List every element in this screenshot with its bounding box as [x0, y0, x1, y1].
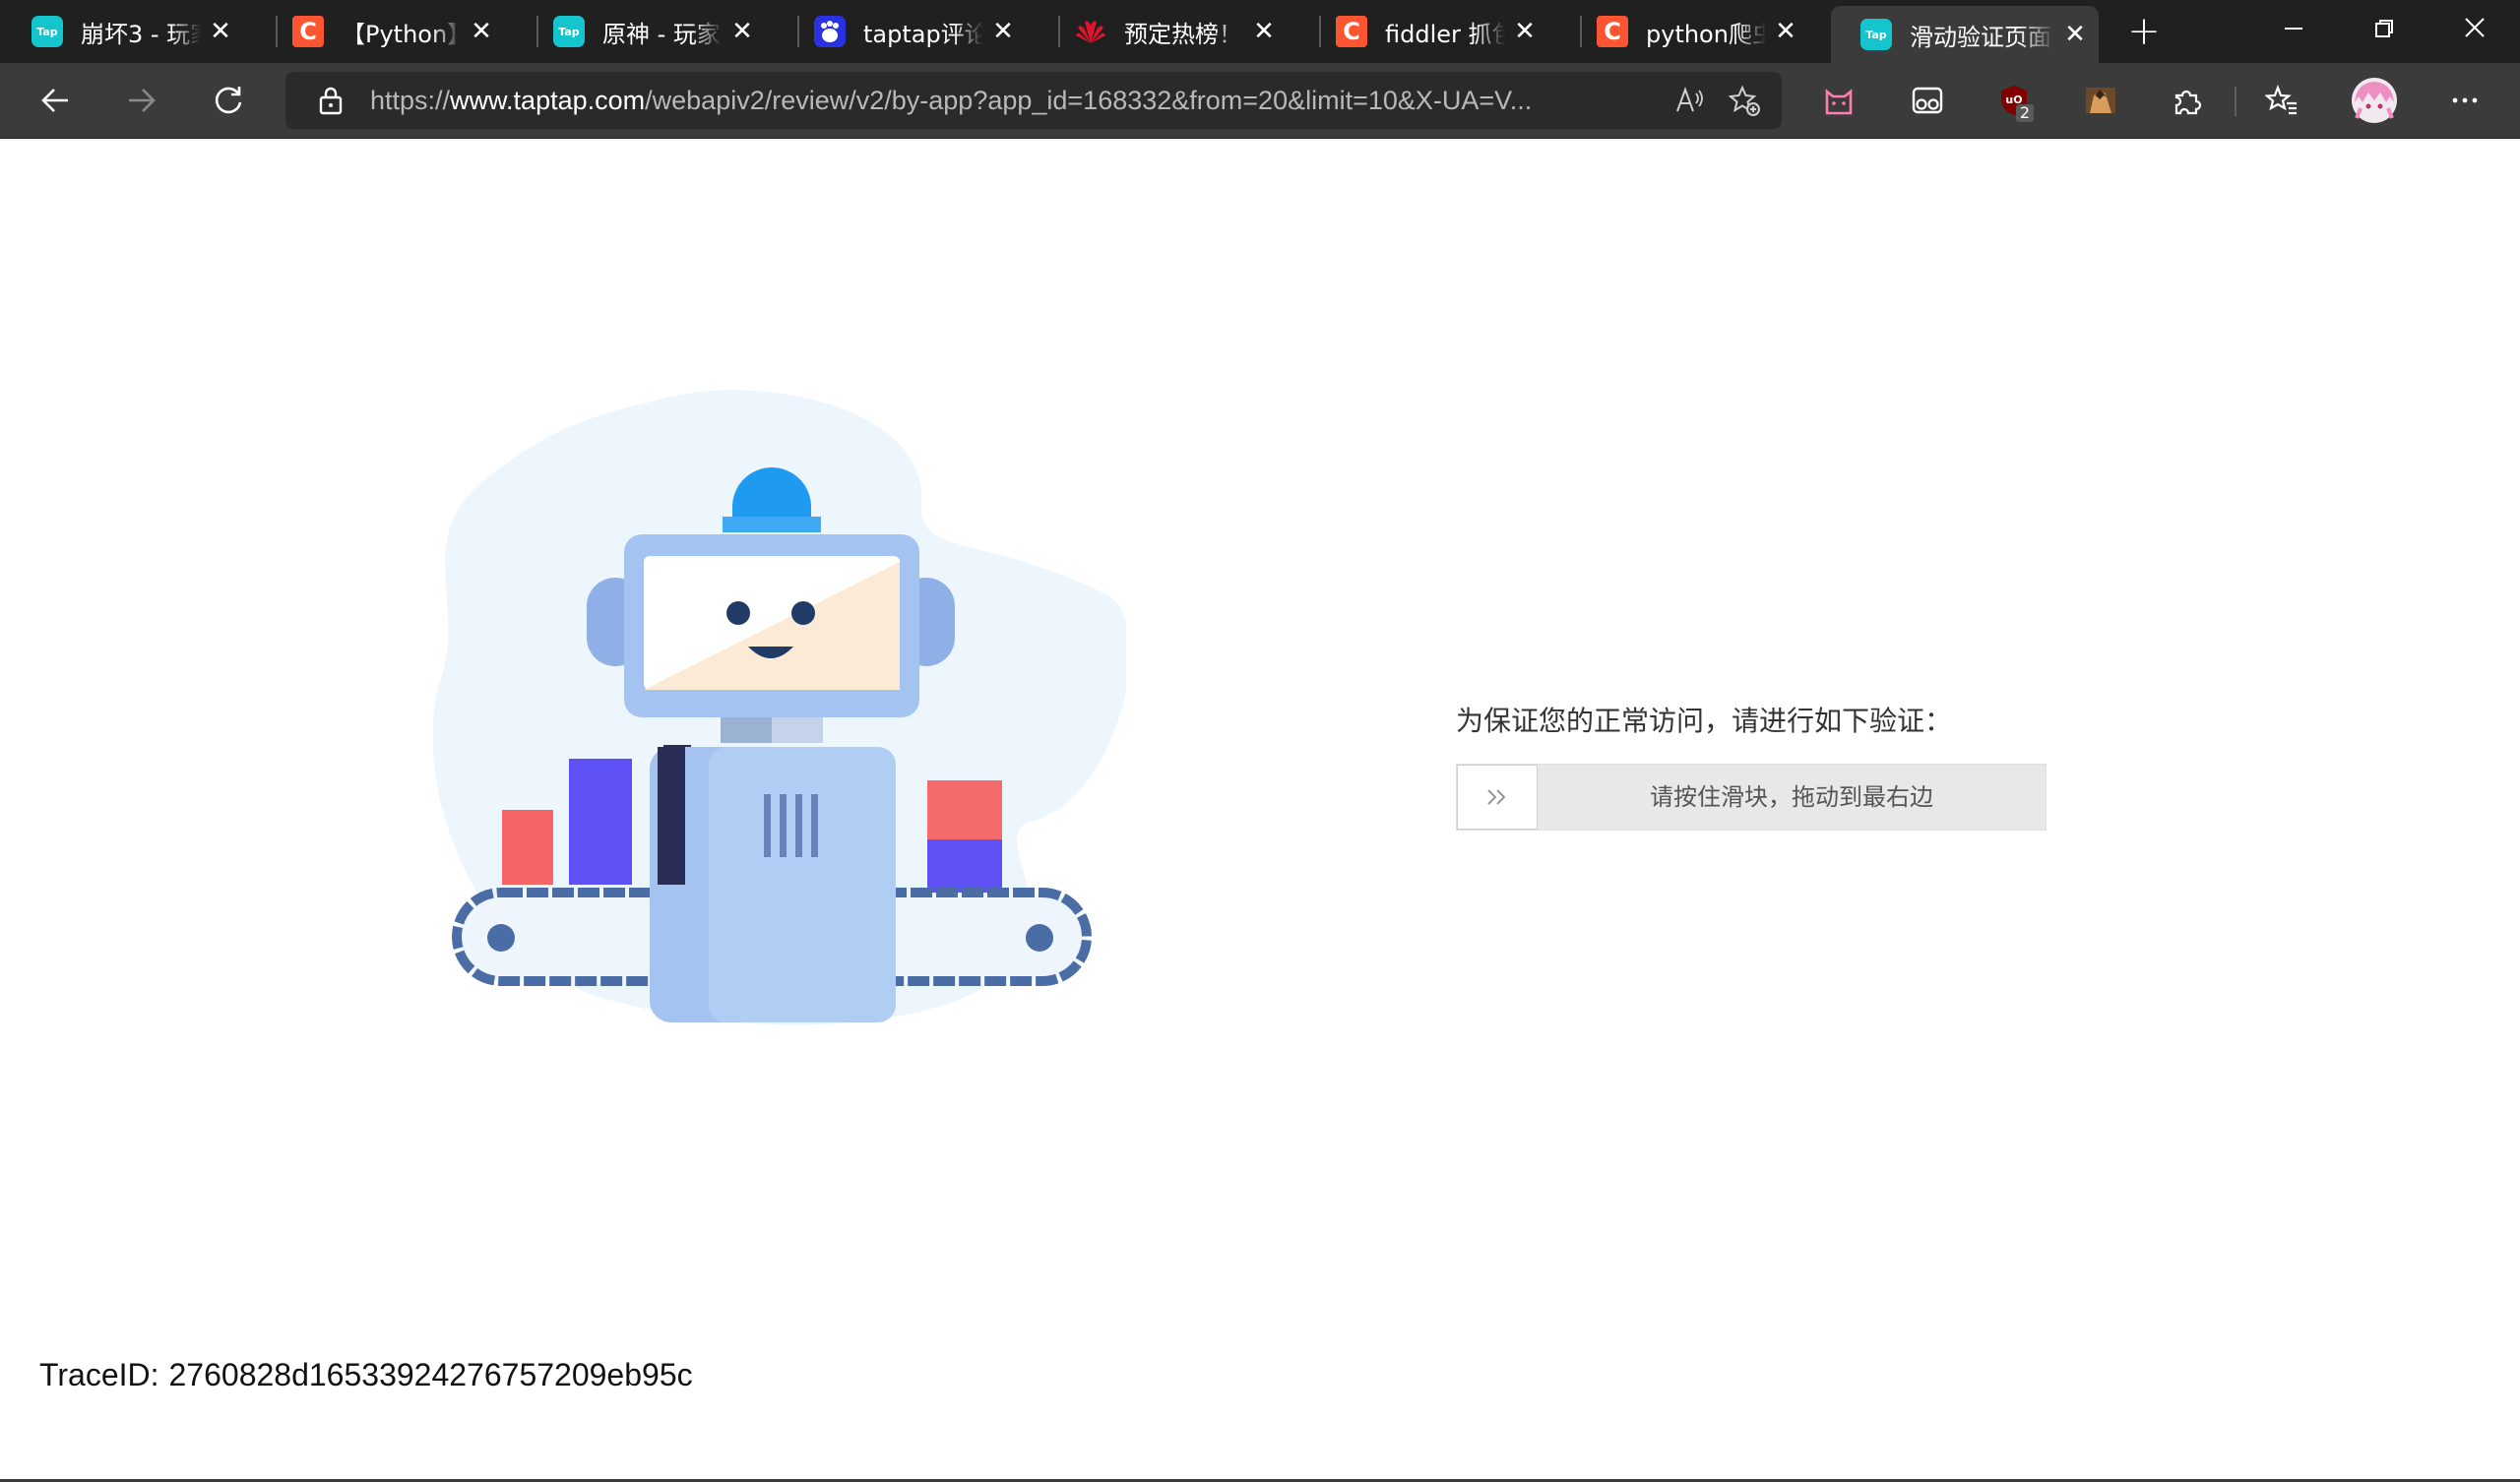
url-text[interactable]: https://www.taptap.com/webapiv2/review/v…: [370, 86, 1662, 116]
huawei-icon: [1075, 16, 1106, 47]
tab-title: 滑动验证页面: [1910, 23, 2051, 51]
url-path: /webapiv2/review/v2/by-app?app_id=168332…: [645, 85, 1533, 115]
url-scheme: https://: [370, 85, 451, 115]
back-button[interactable]: [28, 73, 83, 128]
back-arrow-icon: [41, 89, 68, 112]
verification-panel: 为保证您的正常访问，请进行如下验证： 请按住滑块，拖动到最右边: [1456, 702, 2047, 831]
close-icon[interactable]: ✕: [462, 17, 501, 46]
close-icon[interactable]: ✕: [1766, 17, 1805, 46]
profile-avatar[interactable]: [2349, 75, 2400, 126]
slider-handle[interactable]: [1457, 765, 1538, 830]
tab-title: taptap评论ap: [863, 20, 983, 48]
tab-title: 崩坏3 - 玩家: [81, 20, 201, 48]
tab-baidu-search[interactable]: taptap评论ap ✕: [783, 6, 1027, 57]
close-icon[interactable]: ✕: [1505, 17, 1544, 46]
forward-button[interactable]: [114, 73, 169, 128]
read-aloud-icon[interactable]: [1662, 73, 1717, 128]
verify-prompt: 为保证您的正常访问，请进行如下验证：: [1456, 705, 1953, 737]
taptap-icon: Tap: [553, 16, 585, 47]
double-chevron-right-icon: [1487, 789, 1506, 805]
restore-button[interactable]: [2339, 0, 2429, 63]
tab-title: 预定热榜！: [1124, 20, 1242, 48]
csdn-icon: C: [1336, 16, 1367, 47]
csdn-icon: C: [1597, 16, 1628, 47]
browser-toolbar: https://www.taptap.com/webapiv2/review/v…: [0, 63, 2520, 139]
close-icon[interactable]: ✕: [201, 17, 240, 46]
cat-extension-icon[interactable]: [1813, 75, 1864, 126]
close-window-button[interactable]: [2429, 0, 2520, 63]
close-icon[interactable]: ✕: [2055, 20, 2095, 49]
baidu-icon: [814, 16, 846, 47]
tab-honkai[interactable]: Tap 崩坏3 - 玩家 ✕: [0, 6, 244, 57]
taptap-icon: Tap: [32, 16, 63, 47]
robot-illustration: [432, 390, 1126, 1025]
new-tab-button[interactable]: +: [2116, 6, 2172, 57]
favorites-icon[interactable]: [2256, 75, 2307, 126]
slider-hint: 请按住滑块，拖动到最右边: [1650, 783, 1933, 811]
close-icon[interactable]: ✕: [983, 17, 1023, 46]
extensions-puzzle-icon[interactable]: [2162, 75, 2213, 126]
tab-huawei[interactable]: 预定热榜！ ✕: [1043, 6, 1288, 57]
tab-genshin[interactable]: Tap 原神 - 玩家评 ✕: [522, 6, 766, 57]
tab-fiddler-csdn[interactable]: C fiddler 抓包词 ✕: [1304, 6, 1548, 57]
tab-slider-verify-active[interactable]: Tap 滑动验证页面 ✕: [1831, 6, 2099, 63]
tab-title: 原神 - 玩家评: [602, 20, 723, 48]
more-menu-icon[interactable]: [2439, 75, 2490, 126]
trace-value: 2760828d16533924276757209eb95c: [168, 1357, 693, 1392]
extension-badge: 2: [2015, 104, 2034, 122]
refresh-button[interactable]: [201, 73, 256, 128]
url-host: www.taptap.com: [450, 85, 646, 115]
close-icon[interactable]: ✕: [723, 17, 762, 46]
close-icon[interactable]: ✕: [1244, 17, 1284, 46]
tab-title: fiddler 抓包词: [1385, 20, 1505, 48]
taptap-icon: Tap: [1860, 19, 1892, 50]
slider-track[interactable]: 请按住滑块，拖动到最右边: [1456, 764, 2047, 831]
toolbar-divider: [2235, 87, 2236, 116]
tab-python-csdn[interactable]: C 【Python】爬 ✕: [261, 6, 505, 57]
page-content: 为保证您的正常访问，请进行如下验证： 请按住滑块，拖动到最右边 TraceID:…: [0, 139, 2520, 1482]
tab-title: python爬虫-: [1646, 20, 1766, 48]
tab-bar: Tap 崩坏3 - 玩家 ✕ C 【Python】爬 ✕ Tap 原神 - 玩家…: [0, 0, 2520, 63]
refresh-icon: [215, 87, 242, 114]
forward-arrow-icon: [129, 89, 156, 112]
anime-extension-icon[interactable]: [2075, 75, 2126, 126]
lock-icon[interactable]: [301, 86, 360, 115]
add-favorite-icon[interactable]: [1717, 73, 1772, 128]
trace-label: TraceID:: [39, 1357, 159, 1392]
tab-title: 【Python】爬: [342, 20, 462, 48]
csdn-icon: C: [292, 16, 324, 47]
ublock-extension-icon[interactable]: uO 2: [1988, 75, 2040, 126]
trace-id: TraceID: 2760828d16533924276757209eb95c: [39, 1357, 693, 1393]
glasses-extension-icon[interactable]: [1902, 75, 1953, 126]
minimize-button[interactable]: [2248, 0, 2339, 63]
tab-python-crawler[interactable]: C python爬虫- ✕: [1565, 6, 1809, 57]
address-bar[interactable]: https://www.taptap.com/webapiv2/review/v…: [285, 72, 1782, 129]
